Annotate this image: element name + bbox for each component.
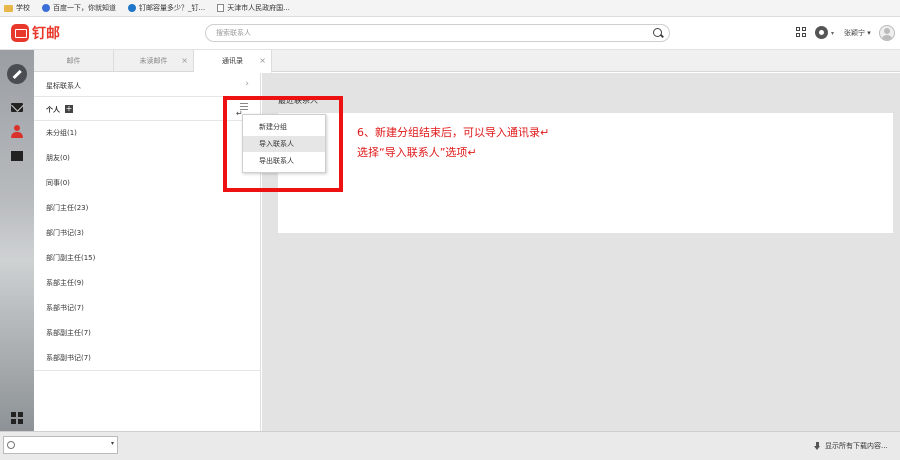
group-label: 朋友(0) <box>46 154 70 162</box>
tab-mail[interactable]: 邮件 <box>34 50 114 72</box>
show-all-downloads-label: 显示所有下载内容... <box>825 442 888 450</box>
bookmarks-bar: 学校 百度一下，你就知道 钉邮容量多少？_钉... 天津市人民政府国... <box>0 0 900 17</box>
group-label: 部门书记(3) <box>46 229 84 237</box>
gear-icon[interactable] <box>815 26 828 39</box>
chevron-down-icon: ▾ <box>867 29 871 37</box>
download-item[interactable]: ▾ <box>3 436 118 454</box>
app-header: 钉邮 ▾ 张颖宁 ▾ <box>0 17 900 50</box>
chevron-down-icon[interactable]: ▾ <box>831 30 834 37</box>
show-all-downloads-link[interactable]: 显示所有下载内容... <box>814 441 888 451</box>
mail-logo-icon <box>11 24 29 42</box>
bookmark-label: 学校 <box>16 4 30 12</box>
bookmark-item[interactable]: 天津市人民政府国... <box>217 3 290 13</box>
app-window: { "bookmarks": [ {"icon": "folder-icon",… <box>0 0 900 460</box>
baidu-paw-icon <box>42 4 50 12</box>
logo-text: 钉邮 <box>32 26 60 42</box>
group-label: 未分组(1) <box>46 129 77 137</box>
avatar[interactable] <box>879 25 895 41</box>
user-name[interactable]: 张颖宁 ▾ <box>844 28 871 38</box>
mail-icon[interactable] <box>7 98 27 118</box>
group-label: 同事(0) <box>46 179 70 187</box>
group-label: 部门副主任(15) <box>46 254 96 262</box>
page-icon <box>217 4 225 12</box>
logo[interactable]: 钉邮 <box>11 23 60 43</box>
search-icon[interactable] <box>653 28 662 37</box>
group-label: 系部书记(7) <box>46 304 84 312</box>
close-icon[interactable]: × <box>181 56 188 65</box>
status-bar: ▾ 显示所有下载内容... <box>0 431 900 460</box>
annotation-line-2: 选择“导入联系人”选项↵ <box>357 146 477 159</box>
close-icon[interactable]: × <box>259 56 266 65</box>
chevron-down-icon[interactable]: ▾ <box>111 440 114 447</box>
annotation-highlight-box <box>223 96 343 192</box>
divider <box>34 370 261 371</box>
left-nav-strip <box>0 50 34 431</box>
bookmark-label: 天津市人民政府国... <box>227 4 290 12</box>
add-group-icon[interactable]: + <box>65 105 73 113</box>
dingmail-icon <box>128 4 136 12</box>
compose-pen-icon[interactable] <box>7 64 27 84</box>
file-icon <box>7 441 15 449</box>
bookmark-item[interactable]: 学校 <box>4 3 30 13</box>
chevron-right-icon: › <box>245 79 249 89</box>
folder-icon <box>4 4 13 12</box>
user-name-text: 张颖宁 <box>844 29 865 37</box>
personal-label: 个人 <box>46 106 60 114</box>
tab-label: 通讯录 <box>222 57 243 65</box>
download-arrow-icon <box>814 441 821 451</box>
bookmark-item[interactable]: 钉邮容量多少？_钉... <box>128 3 205 13</box>
search-box <box>205 24 670 42</box>
starred-contacts-label: 星标联系人 <box>46 82 81 90</box>
search-input[interactable] <box>216 27 636 39</box>
calendar-icon[interactable] <box>7 146 27 166</box>
tab-label: 邮件 <box>66 57 81 65</box>
group-label: 系部副书记(7) <box>46 354 91 362</box>
bookmark-item[interactable]: 百度一下，你就知道 <box>42 3 116 13</box>
contacts-icon[interactable] <box>7 122 27 142</box>
tab-label: 未读邮件 <box>139 57 168 65</box>
bookmark-label: 钉邮容量多少？_钉... <box>139 4 206 12</box>
apps-grid-icon[interactable] <box>7 408 27 428</box>
tab-unread[interactable]: 未读邮件 × <box>114 50 194 72</box>
tab-bar: 邮件 未读邮件 × 通讯录 × <box>34 50 900 73</box>
starred-contacts-row[interactable]: 星标联系人 › <box>34 73 261 97</box>
bookmark-label: 百度一下，你就知道 <box>53 4 116 12</box>
group-label: 系部副主任(7) <box>46 329 91 337</box>
qr-code-icon[interactable] <box>796 27 807 38</box>
annotation-line-1: 6、新建分组结束后，可以导入通讯录↵ <box>357 126 550 139</box>
tab-contacts[interactable]: 通讯录 × <box>194 50 272 73</box>
group-label: 系部主任(9) <box>46 279 84 287</box>
group-label: 部门主任(23) <box>46 204 89 212</box>
